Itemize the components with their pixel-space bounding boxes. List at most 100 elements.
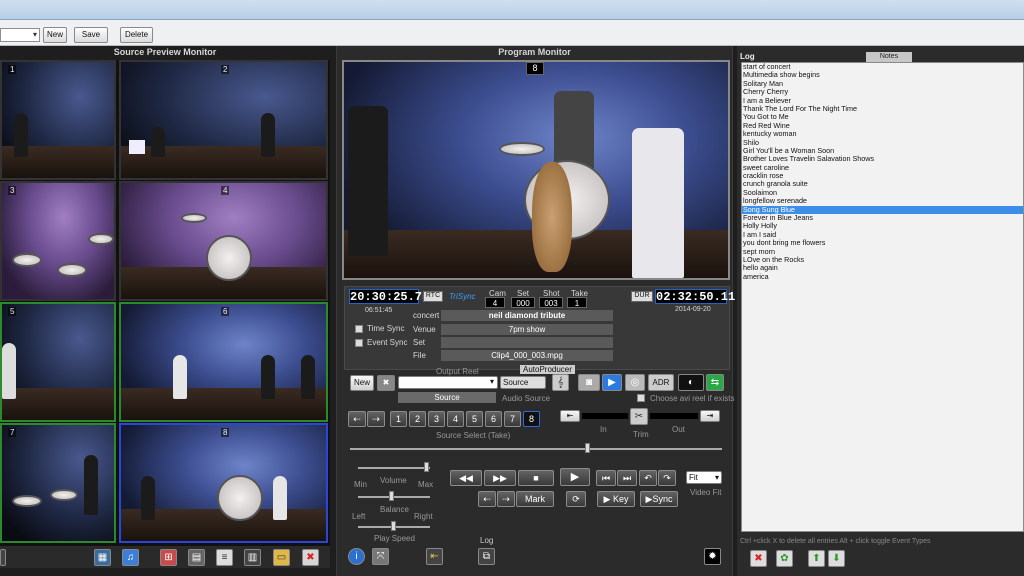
camera-select-button-3[interactable]: 3	[428, 411, 445, 427]
camera-select-button-1[interactable]: 1	[390, 411, 407, 427]
audio-source-select[interactable]: Source	[500, 376, 546, 389]
play-file-icon[interactable]: ▶	[602, 374, 622, 391]
loop-button[interactable]: ⟳	[566, 491, 586, 507]
prev-mark-button[interactable]: ⇠	[478, 491, 496, 507]
camera-thumb-4[interactable]: 4	[119, 181, 328, 301]
folder-icon[interactable]: ▭	[273, 549, 290, 566]
time-sync-checkbox[interactable]	[355, 325, 363, 333]
save-button[interactable]: Save	[74, 27, 108, 43]
set-field[interactable]	[441, 337, 613, 348]
mark-out-button[interactable]: ⇥	[700, 410, 720, 422]
disc-icon[interactable]: ◎	[625, 374, 645, 391]
camera-select-button-4[interactable]: 4	[447, 411, 464, 427]
camera-thumb-1[interactable]: 1	[0, 60, 116, 180]
position-slider-knob[interactable]	[585, 443, 590, 453]
log-copy-icon[interactable]: ⧉	[478, 548, 495, 565]
film-icon[interactable]: ▥	[244, 549, 261, 566]
log-item[interactable]: you dont bring me flowers	[742, 238, 1023, 247]
log-item[interactable]: Multimedia show begins	[742, 70, 1023, 79]
play-speed-knob[interactable]	[391, 521, 396, 531]
camera-select-button-6[interactable]: 6	[485, 411, 502, 427]
volume-slider[interactable]	[358, 467, 430, 469]
move-up-icon[interactable]: ⬆	[808, 550, 825, 567]
next-arrow-button[interactable]: ⇢	[367, 411, 385, 427]
share-icon[interactable]: ⇆	[706, 374, 724, 391]
source-field[interactable]: Source	[398, 392, 496, 403]
move-down-icon[interactable]: ⬇	[828, 550, 845, 567]
skip-back-button[interactable]: ⏮	[596, 470, 616, 486]
timeline-icon[interactable]: ⊞	[160, 549, 177, 566]
log-item[interactable]: kentucky woman	[742, 129, 1023, 138]
concert-field[interactable]: neil diamond tribute	[441, 310, 613, 321]
log-item[interactable]: Forever in Blue Jeans	[742, 213, 1023, 222]
redo-button[interactable]: ↷	[658, 470, 676, 486]
log-list[interactable]: start of concert Multimedia show begins So…	[741, 62, 1024, 532]
play-button[interactable]: ▶	[560, 468, 590, 486]
new-reel-button[interactable]: New	[350, 375, 374, 391]
log-item[interactable]: america	[742, 272, 1023, 281]
record-icon[interactable]: ◐	[678, 374, 704, 391]
source-select-label: Source Select (Take)	[436, 431, 511, 440]
balance-knob[interactable]	[389, 491, 394, 501]
prev-arrow-button[interactable]: ⇠	[348, 411, 366, 427]
close-icon[interactable]: ✖	[302, 549, 319, 566]
new-button[interactable]: New	[43, 27, 67, 43]
camera-thumb-7[interactable]: 7	[0, 423, 116, 543]
project-select[interactable]: ▾	[0, 28, 40, 42]
music-icon[interactable]: ♫	[122, 549, 139, 566]
skip-forward-button[interactable]: ⏭	[617, 470, 637, 486]
delete-entry-icon[interactable]: ✖	[750, 550, 767, 567]
next-mark-button[interactable]: ⇢	[497, 491, 515, 507]
mark-button[interactable]: Mark	[516, 491, 554, 507]
log-item[interactable]: Holly Holly	[742, 222, 1023, 231]
fullscreen-icon[interactable]: ⤧	[372, 548, 389, 565]
camera-select-button-7[interactable]: 7	[504, 411, 521, 427]
output-reel-label: Output Reel	[436, 367, 479, 376]
log-item[interactable]: crunch granola suite	[742, 180, 1023, 189]
position-slider[interactable]	[350, 448, 722, 450]
image-icon[interactable]: ▦	[94, 549, 111, 566]
info-icon[interactable]: i	[348, 548, 365, 565]
camera-thumb-8[interactable]: 8	[119, 423, 328, 543]
camera-thumb-5[interactable]: 5	[0, 302, 116, 422]
event-sync-checkbox[interactable]	[355, 339, 363, 347]
camera-select-button-8[interactable]: 8	[523, 411, 540, 427]
delete-button[interactable]: Delete	[120, 27, 153, 43]
program-view	[342, 60, 730, 280]
tab-notes[interactable]: Notes	[866, 52, 912, 62]
camera-thumb-2[interactable]: 2	[119, 60, 328, 180]
trim-icon[interactable]: ✂	[630, 408, 648, 425]
log-item[interactable]: sweet caroline	[742, 163, 1023, 172]
log-item[interactable]: hello again	[742, 263, 1023, 272]
adr-button[interactable]: ADR	[648, 374, 674, 391]
camera-thumb-3[interactable]: 3	[0, 181, 116, 301]
video-fit-select[interactable]: Fit ▾	[686, 471, 722, 484]
undo-button[interactable]: ↶	[639, 470, 657, 486]
import-icon[interactable]: ⇤	[426, 548, 443, 565]
camera-thumb-6[interactable]: 6	[119, 302, 328, 422]
file-field[interactable]: Clip4_000_003.mpg	[441, 350, 613, 361]
volume-knob[interactable]	[424, 462, 429, 472]
refresh-icon[interactable]: ✿	[776, 550, 793, 567]
rewind-button[interactable]: ◀◀	[450, 470, 482, 486]
remove-reel-icon[interactable]: ✖	[377, 375, 395, 391]
log-hint: Ctrl +click X to delete all entries Alt …	[740, 538, 931, 545]
key-button[interactable]: ▶ Key	[597, 491, 635, 507]
camera-icon[interactable]: ◙	[578, 374, 600, 391]
menu-icon[interactable]	[0, 549, 6, 566]
document-icon[interactable]: ≡	[216, 549, 233, 566]
grid-icon[interactable]: ▤	[188, 549, 205, 566]
sync-button[interactable]: ▶Sync	[640, 491, 678, 507]
camera-select-button-5[interactable]: 5	[466, 411, 483, 427]
output-reel-select[interactable]: ▾	[398, 376, 498, 389]
log-item[interactable]: LOve on the Rocks	[742, 255, 1023, 264]
camera-select-button-2[interactable]: 2	[409, 411, 426, 427]
stop-button[interactable]: ■	[518, 470, 554, 486]
treble-clef-icon[interactable]: 𝄞	[552, 374, 569, 391]
settings-icon[interactable]: ✹	[704, 548, 721, 565]
balance-slider[interactable]	[358, 496, 430, 498]
mark-in-button[interactable]: ⇤	[560, 410, 580, 422]
choose-reel-checkbox[interactable]	[637, 394, 645, 402]
venue-field[interactable]: 7pm show	[441, 324, 613, 335]
fast-forward-button[interactable]: ▶▶	[484, 470, 516, 486]
